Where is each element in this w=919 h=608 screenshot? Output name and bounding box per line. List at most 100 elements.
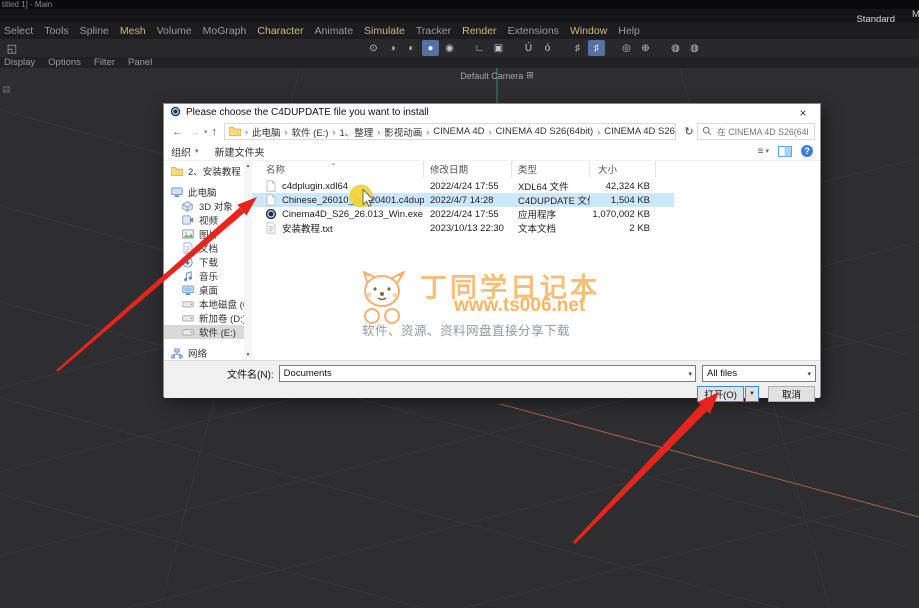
menu-item[interactable]: Animate xyxy=(315,25,354,37)
menu-item[interactable]: Window xyxy=(570,25,607,37)
sidebar-item[interactable]: 本地磁盘 (C:) xyxy=(164,297,252,311)
sidebar-item[interactable]: 文档 xyxy=(164,241,252,255)
toolbar-icon[interactable]: ◎ xyxy=(618,40,635,56)
toolbar-icon[interactable]: ◑ xyxy=(384,40,401,56)
toolbar-icon[interactable]: ♯ xyxy=(569,40,586,56)
sidebar-item[interactable]: 视频 xyxy=(164,213,252,227)
menu-item[interactable]: Render xyxy=(462,25,496,37)
breadcrumb-segment[interactable]: › 此电脑 xyxy=(241,125,281,139)
open-split-dropdown[interactable]: ▼ xyxy=(745,386,759,402)
sidebar-item[interactable]: 下载 xyxy=(164,255,252,269)
column-header[interactable]: 大小 xyxy=(590,161,656,177)
viewport-menu-item[interactable]: Options xyxy=(48,57,81,68)
menu-item[interactable]: MoGraph xyxy=(203,25,247,37)
sidebar-item[interactable]: 音乐 xyxy=(164,269,252,283)
breadcrumb-segment[interactable]: › 软件 (E:) xyxy=(281,125,329,139)
file-size: 1,070,002 KB xyxy=(592,208,650,220)
camera-menu-icon[interactable]: ⊞ xyxy=(526,70,534,81)
cancel-button[interactable]: 取消 xyxy=(768,386,815,402)
help-icon[interactable]: ? xyxy=(801,145,813,157)
window-title: titled 1] - Main xyxy=(2,0,53,9)
file-row[interactable]: 安装教程.txt 2023/10/13 22:30 文本文档 2 KB xyxy=(252,221,674,235)
menu-item[interactable]: Mesh xyxy=(120,25,146,37)
search-icon xyxy=(702,123,712,141)
toolbar-icon[interactable]: ◐ xyxy=(403,40,420,56)
menu-item[interactable]: Simulate xyxy=(364,25,405,37)
sidebar-item[interactable]: 此电脑 xyxy=(164,185,252,199)
menu-item[interactable]: Character xyxy=(257,25,303,37)
menu-item[interactable]: Spline xyxy=(80,25,109,37)
breadcrumb-segment[interactable]: › CINEMA 4D S26(64bit) xyxy=(593,125,675,139)
sidebar-item[interactable]: 图片 xyxy=(164,227,252,241)
toolbar-icon[interactable]: ▣ xyxy=(490,40,507,56)
breadcrumb[interactable]: › 此电脑 › 软件 (E:) › 1、整理 › 影视动画 › CINEMA 4… xyxy=(224,123,676,140)
column-header[interactable]: 类型 xyxy=(512,161,590,177)
sidebar-item[interactable]: 桌面 xyxy=(164,283,252,297)
filetype-dropdown-icon: ▾ xyxy=(807,370,811,378)
back-icon[interactable]: ← xyxy=(172,126,183,138)
close-icon[interactable]: × xyxy=(792,105,814,121)
menu-item[interactable]: Volume xyxy=(157,25,192,37)
scroll-down-icon[interactable]: ▼ xyxy=(246,352,251,358)
filetype-select[interactable]: All files ▾ xyxy=(702,365,816,382)
preview-pane-icon[interactable] xyxy=(778,145,792,157)
sidebar-item[interactable]: 软件 (E:) xyxy=(164,325,252,339)
layout-icon[interactable]: ◱ xyxy=(4,42,20,55)
viewport-menu-item[interactable]: Filter xyxy=(94,57,115,68)
new-folder-button[interactable]: 新建文件夹 xyxy=(215,144,265,159)
camera-label[interactable]: Default Camera ⊞ xyxy=(460,70,534,81)
sidebar-item-icon xyxy=(170,187,183,198)
refresh-icon[interactable]: ↻ xyxy=(681,125,697,138)
filename-dropdown-icon[interactable]: ▾ xyxy=(688,370,692,378)
layout-tab-next[interactable]: M xyxy=(912,9,919,21)
scroll-up-icon[interactable]: ▲ xyxy=(246,163,251,169)
open-button[interactable]: 打开(O) xyxy=(697,386,744,402)
view-mode-button[interactable]: ≡ ▾ xyxy=(758,146,769,157)
search-box[interactable] xyxy=(697,123,815,140)
breadcrumb-segment[interactable]: › 1、整理 xyxy=(328,125,373,139)
file-row[interactable]: Chinese_26010_20220401.c4dupdate 2022/4/… xyxy=(252,193,674,207)
filename-input[interactable]: Documents ▾ xyxy=(278,365,696,382)
sidebar-item[interactable]: 2、安装教程 xyxy=(164,164,252,178)
sidebar-item-label: 文档 xyxy=(199,244,219,255)
viewport-menu-item[interactable]: Display xyxy=(4,57,35,68)
history-dropdown-icon[interactable]: ▾ xyxy=(204,128,208,136)
breadcrumb-segment[interactable]: › CINEMA 4D xyxy=(422,125,484,139)
toolbar-icon[interactable]: ó xyxy=(539,40,556,56)
toolbar-icon[interactable]: ⊙ xyxy=(365,40,382,56)
file-date: 2022/4/24 17:55 xyxy=(430,180,499,192)
toolbar-icon[interactable]: ⊕ xyxy=(637,40,654,56)
toolbar-icon[interactable]: ◉ xyxy=(441,40,458,56)
organize-button[interactable]: 组织 ▾ xyxy=(171,144,199,159)
menu-item[interactable]: Select xyxy=(4,25,33,37)
search-input[interactable] xyxy=(715,125,810,138)
viewport-menu-item[interactable]: Panel xyxy=(128,57,152,68)
file-row[interactable]: Cinema4D_S26_26.013_Win.exe 2022/4/24 17… xyxy=(252,207,674,221)
column-header[interactable]: 修改日期 xyxy=(424,161,512,177)
sidebar-scrollbar[interactable]: ▲ ▼ xyxy=(244,161,252,360)
file-icon xyxy=(264,180,277,192)
breadcrumb-separator-icon: › xyxy=(488,126,492,137)
breadcrumb-segment[interactable]: › CINEMA 4D S26(64bit) xyxy=(485,125,594,139)
file-type: 应用程序 xyxy=(518,210,557,221)
up-icon[interactable]: ↑ xyxy=(212,126,218,138)
toolbar-icon[interactable]: Ú xyxy=(520,40,537,56)
sidebar-item[interactable]: 3D 对象 xyxy=(164,199,252,213)
toolbar-icon[interactable]: ● xyxy=(422,40,439,56)
file-list: 名称 ▴ 修改日期 类型 大小 c4dplugin.xdl64 2022/4/2… xyxy=(252,161,820,360)
column-header[interactable]: 名称 ▴ xyxy=(252,161,424,177)
breadcrumb-segment-label: 软件 (E:) xyxy=(291,127,329,139)
breadcrumb-segment[interactable]: › 影视动画 xyxy=(373,125,422,139)
file-row[interactable]: c4dplugin.xdl64 2022/4/24 17:55 XDL64 文件… xyxy=(252,179,674,193)
sidebar-item[interactable]: 网络 xyxy=(164,346,252,360)
forward-icon[interactable]: → xyxy=(189,126,200,138)
sidebar-item[interactable]: 新加卷 (D:) xyxy=(164,311,252,325)
toolbar-icon[interactable]: ◍ xyxy=(667,40,684,56)
menu-item[interactable]: Help xyxy=(618,25,640,37)
menu-item[interactable]: Extensions xyxy=(508,25,559,37)
menu-item[interactable]: Tools xyxy=(44,25,69,37)
toolbar-icon[interactable]: ♯ xyxy=(588,40,605,56)
toolbar-icon[interactable]: ◍ xyxy=(686,40,703,56)
menu-item[interactable]: Tracker xyxy=(416,25,451,37)
toolbar-icon[interactable]: ∟ xyxy=(471,40,488,56)
